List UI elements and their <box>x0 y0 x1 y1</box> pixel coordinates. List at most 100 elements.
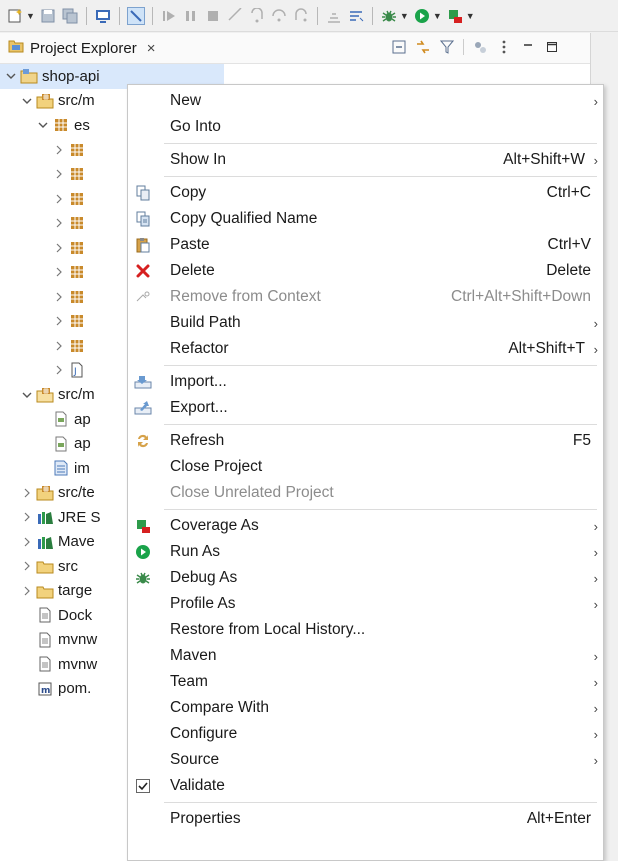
menu-item-go-into[interactable]: Go Into <box>128 114 603 140</box>
menu-item-copy-qualified-name[interactable]: Copy Qualified Name <box>128 206 603 232</box>
menu-item-label: Maven <box>170 647 217 664</box>
menu-item-label: Close Unrelated Project <box>170 484 334 501</box>
terminate-icon[interactable] <box>204 7 222 25</box>
chevron-right-icon[interactable] <box>52 341 66 351</box>
chevron-right-icon[interactable] <box>52 194 66 204</box>
menu-item-team[interactable]: Team › <box>128 669 603 695</box>
chevron-down-icon[interactable] <box>4 72 18 80</box>
package-icon <box>68 240 86 256</box>
debug-icon[interactable] <box>380 7 398 25</box>
step-return-icon[interactable] <box>292 7 310 25</box>
coverage-icon[interactable] <box>446 7 464 25</box>
chevron-right-icon[interactable] <box>20 586 34 596</box>
menu-item-label: Source <box>170 751 220 768</box>
menu-item-compare-with[interactable]: Compare With › <box>128 695 603 721</box>
chevron-down-icon[interactable] <box>20 97 34 105</box>
chevron-right-icon[interactable] <box>52 145 66 155</box>
save-icon[interactable] <box>39 7 57 25</box>
view-menu-icon[interactable] <box>496 39 512 55</box>
skip-breakpoints-icon[interactable] <box>126 6 145 25</box>
project-explorer-icon <box>8 39 24 57</box>
chevron-down-icon[interactable] <box>36 121 50 129</box>
menu-item-profile-as[interactable]: Profile As › <box>128 591 603 617</box>
chevron-right-icon[interactable] <box>52 316 66 326</box>
console-icon[interactable] <box>94 7 112 25</box>
svg-text:m: m <box>41 686 50 696</box>
menu-item-copy[interactable]: Copy Ctrl+C <box>128 180 603 206</box>
menu-item-import[interactable]: Import... <box>128 369 603 395</box>
dropdown-arrow-icon[interactable]: ▼ <box>26 11 35 21</box>
filter-icon[interactable] <box>439 39 455 55</box>
menu-item-coverage-as[interactable]: Coverage As › <box>128 513 603 539</box>
chevron-right-icon[interactable] <box>20 488 34 498</box>
menu-item-refactor[interactable]: Refactor Alt+Shift+T › <box>128 336 603 362</box>
toolbar-separator <box>316 6 318 25</box>
close-icon[interactable]: × <box>147 40 156 57</box>
menu-item-run-as[interactable]: Run As › <box>128 539 603 565</box>
chevron-right-icon[interactable] <box>52 267 66 277</box>
project-explorer-tab[interactable]: Project Explorer × <box>0 33 155 63</box>
menu-item-validate[interactable]: Validate <box>128 773 603 799</box>
new-icon[interactable] <box>6 7 24 25</box>
chevron-down-icon[interactable] <box>20 391 34 399</box>
disconnect-icon[interactable] <box>226 7 244 25</box>
chevron-right-icon[interactable] <box>52 292 66 302</box>
menu-item-maven[interactable]: Maven › <box>128 643 603 669</box>
menu-item-restore-from-local-history[interactable]: Restore from Local History... <box>128 617 603 643</box>
chevron-right-icon[interactable] <box>52 218 66 228</box>
chevron-right-icon[interactable] <box>20 537 34 547</box>
menu-item-shortcut: Delete <box>546 262 591 279</box>
submenu-arrow-icon: › <box>593 341 598 357</box>
chevron-right-icon[interactable] <box>20 561 34 571</box>
text-file-icon <box>36 632 54 648</box>
menu-item-source[interactable]: Source › <box>128 747 603 773</box>
menu-item-properties[interactable]: Properties Alt+Enter <box>128 806 603 832</box>
resource-folder-icon <box>36 387 54 403</box>
menu-item-close-project[interactable]: Close Project <box>128 454 603 480</box>
submenu-arrow-icon: › <box>593 726 598 742</box>
view-title: Project Explorer <box>30 39 137 57</box>
submenu-arrow-icon: › <box>593 152 598 168</box>
menu-item-configure[interactable]: Configure › <box>128 721 603 747</box>
menu-item-shortcut: Alt+Enter <box>526 810 591 827</box>
debug-icon <box>134 569 152 587</box>
step-over-icon[interactable] <box>270 7 288 25</box>
maximize-icon[interactable] <box>544 39 560 55</box>
menu-item-debug-as[interactable]: Debug As › <box>128 565 603 591</box>
view-toolbar <box>391 39 560 55</box>
menu-item-export[interactable]: Export... <box>128 395 603 421</box>
run-icon <box>134 543 152 561</box>
suspend-icon[interactable] <box>182 7 200 25</box>
focus-icon[interactable] <box>472 39 488 55</box>
drop-to-frame-icon[interactable] <box>325 7 343 25</box>
dropdown-arrow-icon[interactable]: ▼ <box>433 11 442 21</box>
menu-item-label: Team <box>170 673 208 690</box>
text-file-icon <box>36 656 54 672</box>
menu-item-refresh[interactable]: Refresh F5 <box>128 428 603 454</box>
menu-item-label: Remove from Context <box>170 288 321 305</box>
menu-item-paste[interactable]: Paste Ctrl+V <box>128 232 603 258</box>
submenu-arrow-icon: › <box>593 93 598 109</box>
dropdown-arrow-icon[interactable]: ▼ <box>466 11 475 21</box>
step-into-icon[interactable] <box>248 7 266 25</box>
use-step-filters-icon[interactable] <box>347 7 365 25</box>
resume-icon[interactable] <box>160 7 178 25</box>
menu-item-build-path[interactable]: Build Path › <box>128 310 603 336</box>
save-all-icon[interactable] <box>61 7 79 25</box>
chevron-right-icon[interactable] <box>20 512 34 522</box>
link-with-editor-icon[interactable] <box>415 39 431 55</box>
chevron-right-icon[interactable] <box>52 243 66 253</box>
tree-item-label: src/te <box>58 484 95 502</box>
chevron-right-icon[interactable] <box>52 169 66 179</box>
menu-item-delete[interactable]: Delete Delete <box>128 258 603 284</box>
collapse-all-icon[interactable] <box>391 39 407 55</box>
chevron-right-icon[interactable] <box>52 365 66 375</box>
menu-item-new[interactable]: New › <box>128 88 603 114</box>
run-icon[interactable] <box>413 7 431 25</box>
submenu-arrow-icon: › <box>593 700 598 716</box>
minimize-icon[interactable] <box>520 39 536 55</box>
package-icon <box>68 191 86 207</box>
menu-item-label: Validate <box>170 777 225 794</box>
dropdown-arrow-icon[interactable]: ▼ <box>400 11 409 21</box>
menu-item-show-in[interactable]: Show In Alt+Shift+W › <box>128 147 603 173</box>
